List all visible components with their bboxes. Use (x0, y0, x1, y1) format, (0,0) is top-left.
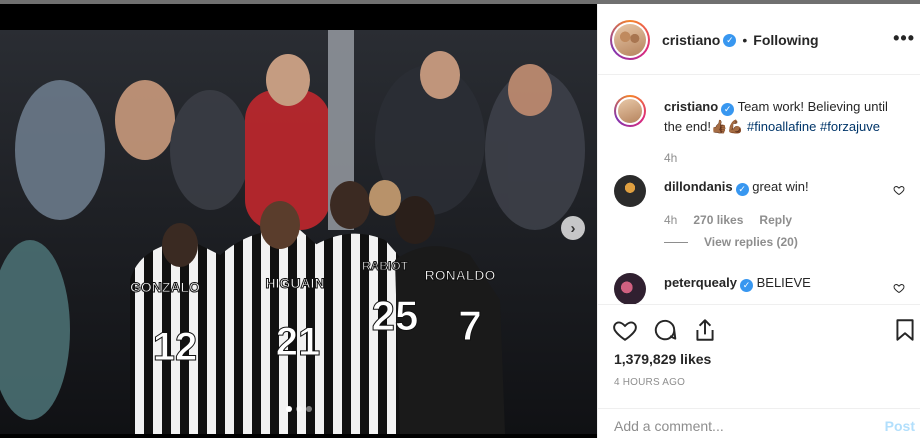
post-photo[interactable]: 12 21 25 7 GONZALO HIGUAIN RABIOT RONALD… (0, 30, 597, 434)
jersey-number: 21 (276, 320, 321, 364)
carousel-next-button[interactable]: › (561, 216, 585, 240)
caption-meta: 4h (664, 151, 677, 165)
carousel-dot (305, 406, 312, 412)
post-header: cristiano ✓ • Following ••• (598, 4, 920, 75)
comment-like-heart-icon[interactable] (893, 184, 905, 196)
comment-meta: 4h 270 likes Reply (664, 213, 792, 227)
chevron-right-icon: › (570, 219, 576, 237)
caption-avatar[interactable] (614, 95, 646, 127)
bookmark-icon[interactable] (892, 317, 918, 343)
jersey-number: 7 (458, 302, 481, 349)
carousel-dot (295, 406, 302, 412)
verified-badge-icon: ✓ (721, 102, 735, 116)
reply-button[interactable]: Reply (759, 213, 792, 227)
comment-input[interactable] (614, 415, 864, 437)
verified-badge-icon: ✓ (723, 33, 737, 47)
jersey-number: 25 (372, 292, 419, 339)
comment-icon[interactable] (652, 317, 678, 343)
view-replies-label: View replies (20) (704, 235, 798, 249)
view-replies-button[interactable]: View replies (20) (664, 235, 798, 249)
caption-emoji: 👍🏾💪🏾 (711, 119, 744, 134)
avatar[interactable] (610, 20, 650, 60)
heart-icon[interactable] (612, 317, 638, 343)
comment-text: dillondanis ✓ great win! (664, 177, 904, 197)
jersey-number: 12 (153, 325, 198, 369)
caption-username[interactable]: cristiano (664, 99, 718, 114)
post-timestamp[interactable]: 4 HOURS AGO (614, 377, 685, 388)
post-sidebar: cristiano ✓ • Following ••• cristiano ✓ T… (597, 4, 920, 438)
header-user: cristiano ✓ • Following (662, 32, 819, 48)
post-media[interactable]: 12 21 25 7 GONZALO HIGUAIN RABIOT RONALD… (0, 4, 597, 438)
comment-username[interactable]: dillondanis (664, 179, 733, 194)
caption-text: cristiano ✓ Team work! Believing until th… (664, 97, 904, 137)
comments-list: cristiano ✓ Team work! Believing until th… (598, 75, 920, 304)
comment-username[interactable]: peterquealy (664, 275, 737, 290)
hashtag-link[interactable]: #finoallafine (747, 119, 816, 134)
jersey-name: GONZALO (130, 279, 200, 295)
comment-text: peterquealy ✓ BELIEVE (664, 273, 904, 293)
carousel-indicator (0, 406, 597, 412)
comment-avatar[interactable] (614, 175, 646, 207)
verified-badge-icon: ✓ (735, 182, 749, 196)
jersey-name: RONALDO (425, 267, 496, 283)
separator: • (742, 32, 748, 48)
comment-like-heart-icon[interactable] (893, 282, 905, 294)
divider (664, 241, 688, 243)
comment-avatar[interactable] (614, 273, 646, 304)
following-button[interactable]: Following (753, 32, 818, 48)
comment-likes[interactable]: 270 likes (693, 213, 743, 227)
hashtag-link[interactable]: #forzajuve (820, 119, 880, 134)
jersey-name: RABIOT (362, 259, 409, 273)
verified-badge-icon: ✓ (739, 278, 753, 292)
jersey-name: HIGUAIN (265, 275, 324, 291)
comment-time[interactable]: 4h (664, 213, 677, 227)
carousel-dot (285, 406, 292, 412)
header-username[interactable]: cristiano (662, 32, 720, 48)
comment-body: great win! (752, 179, 809, 194)
comment-body: BELIEVE (756, 275, 811, 290)
post-actions: 1,379,829 likes 4 HOURS AGO Post (598, 304, 920, 438)
more-horizontal-icon[interactable]: ••• (893, 28, 915, 49)
share-icon[interactable] (692, 317, 718, 343)
add-comment-bar: Post (598, 408, 920, 438)
celebration-photo: 12 21 25 7 GONZALO HIGUAIN RABIOT RONALD… (0, 30, 597, 434)
likes-count[interactable]: 1,379,829 likes (614, 351, 711, 367)
post-button[interactable]: Post (885, 418, 915, 434)
caption-time[interactable]: 4h (664, 151, 677, 165)
